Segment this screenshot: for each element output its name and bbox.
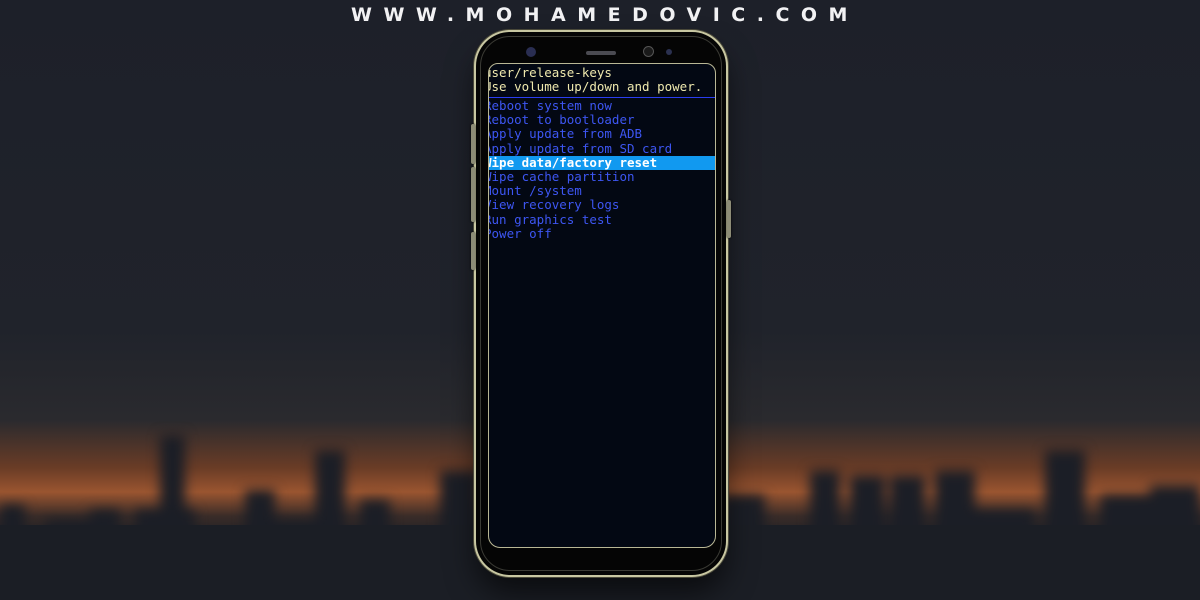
menu-item-mount-system[interactable]: Mount /system — [489, 184, 715, 198]
instructions-text: Use volume up/down and power. — [488, 79, 703, 94]
earpiece-speaker — [586, 51, 616, 55]
menu-item-wipe-data-factory-reset[interactable]: Wipe data/factory reset — [489, 155, 715, 171]
front-camera-icon — [526, 47, 536, 57]
recovery-screen: user/release-keys Use volume up/down and… — [488, 63, 716, 548]
volume-down-button[interactable] — [471, 232, 475, 270]
bixby-button[interactable] — [471, 124, 475, 164]
menu-item-apply-update-sd[interactable]: Apply update from SD card — [489, 141, 715, 156]
build-info-text: user/release-keys — [488, 65, 612, 80]
power-button[interactable] — [727, 200, 731, 238]
menu-item-power-off[interactable]: Power off — [489, 226, 715, 241]
site-watermark: WWW.MOHAMEDOVIC.COM — [351, 4, 859, 26]
proximity-sensor-icon — [666, 49, 672, 55]
menu-item-reboot-system[interactable]: Reboot system now — [489, 98, 715, 113]
volume-up-button[interactable] — [471, 167, 475, 222]
menu-item-apply-update-adb[interactable]: Apply update from ADB — [489, 127, 715, 141]
menu-item-view-logs[interactable]: View recovery logs — [489, 198, 715, 212]
menu-item-reboot-bootloader[interactable]: Reboot to bootloader — [489, 113, 715, 127]
menu-item-graphics-test[interactable]: Run graphics test — [489, 212, 715, 227]
menu-item-wipe-cache[interactable]: Wipe cache partition — [489, 169, 715, 184]
phone-device: user/release-keys Use volume up/down and… — [471, 32, 731, 575]
iris-scanner-icon — [643, 46, 654, 57]
recovery-header: user/release-keys Use volume up/down and… — [489, 64, 715, 94]
recovery-menu: Reboot system now Reboot to bootloader A… — [489, 98, 715, 241]
